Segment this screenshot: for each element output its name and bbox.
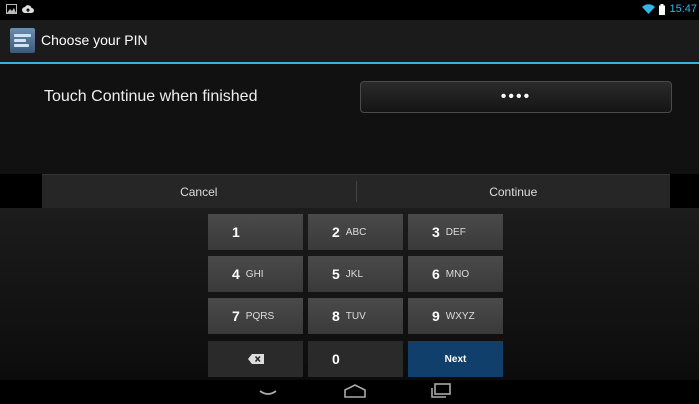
home-icon[interactable]	[343, 383, 367, 399]
battery-icon	[659, 3, 666, 15]
key-digit: 1	[232, 224, 240, 240]
key-letters: MNO	[445, 268, 470, 280]
key-1[interactable]: 1	[208, 214, 303, 250]
key-digit: 2	[332, 224, 340, 240]
wifi-icon	[642, 4, 656, 14]
image-icon	[6, 4, 17, 14]
status-icons-left	[6, 4, 34, 14]
key-digit: 9	[432, 308, 440, 324]
pin-entry-panel: Touch Continue when finished ••••	[0, 64, 699, 174]
key-letters: TUV	[345, 310, 366, 322]
key-4[interactable]: 4 GHI	[208, 256, 303, 292]
numeric-keypad: 1 2 ABC 3 DEF 4 GHI 5 JKL 6 MNO 7 PQRS 8…	[0, 208, 699, 380]
key-3[interactable]: 3 DEF	[408, 214, 503, 250]
key-digit: 7	[232, 308, 240, 324]
cancel-button[interactable]: Cancel	[42, 175, 356, 208]
key-7[interactable]: 7 PQRS	[208, 298, 303, 334]
backspace-icon	[247, 354, 264, 364]
cloud-upload-icon	[22, 5, 34, 13]
status-bar: 15:47	[0, 0, 699, 20]
action-bar: Choose your PIN	[0, 20, 699, 64]
continue-button[interactable]: Continue	[357, 175, 671, 208]
back-icon[interactable]	[258, 383, 278, 399]
dialog-button-bar: Cancel Continue	[42, 174, 670, 208]
recents-icon[interactable]	[430, 383, 452, 399]
key-letters: ABC	[345, 226, 367, 238]
instruction-text: Touch Continue when finished	[44, 88, 258, 105]
key-letters: WXYZ	[445, 310, 475, 322]
key-letters: JKL	[345, 268, 364, 280]
key-5[interactable]: 5 JKL	[308, 256, 403, 292]
key-digit: 6	[432, 266, 440, 282]
key-digit: 0	[332, 351, 340, 367]
settings-app-icon	[10, 28, 35, 53]
key-6[interactable]: 6 MNO	[408, 256, 503, 292]
page-title: Choose your PIN	[41, 32, 148, 48]
key-0[interactable]: 0	[308, 341, 403, 377]
key-8[interactable]: 8 TUV	[308, 298, 403, 334]
next-key[interactable]: Next	[408, 341, 503, 377]
system-nav-bar	[0, 380, 699, 404]
status-icons-right: 15:47	[642, 3, 697, 15]
key-letters: GHI	[245, 268, 264, 280]
key-digit: 4	[232, 266, 240, 282]
key-9[interactable]: 9 WXYZ	[408, 298, 503, 334]
key-letters: DEF	[445, 226, 466, 238]
key-2[interactable]: 2 ABC	[308, 214, 403, 250]
clock: 15:47	[669, 3, 697, 15]
key-letters: PQRS	[245, 310, 275, 322]
pin-input[interactable]: ••••	[360, 81, 672, 113]
key-digit: 8	[332, 308, 340, 324]
key-backspace[interactable]	[208, 341, 303, 377]
key-digit: 3	[432, 224, 440, 240]
key-digit: 5	[332, 266, 340, 282]
